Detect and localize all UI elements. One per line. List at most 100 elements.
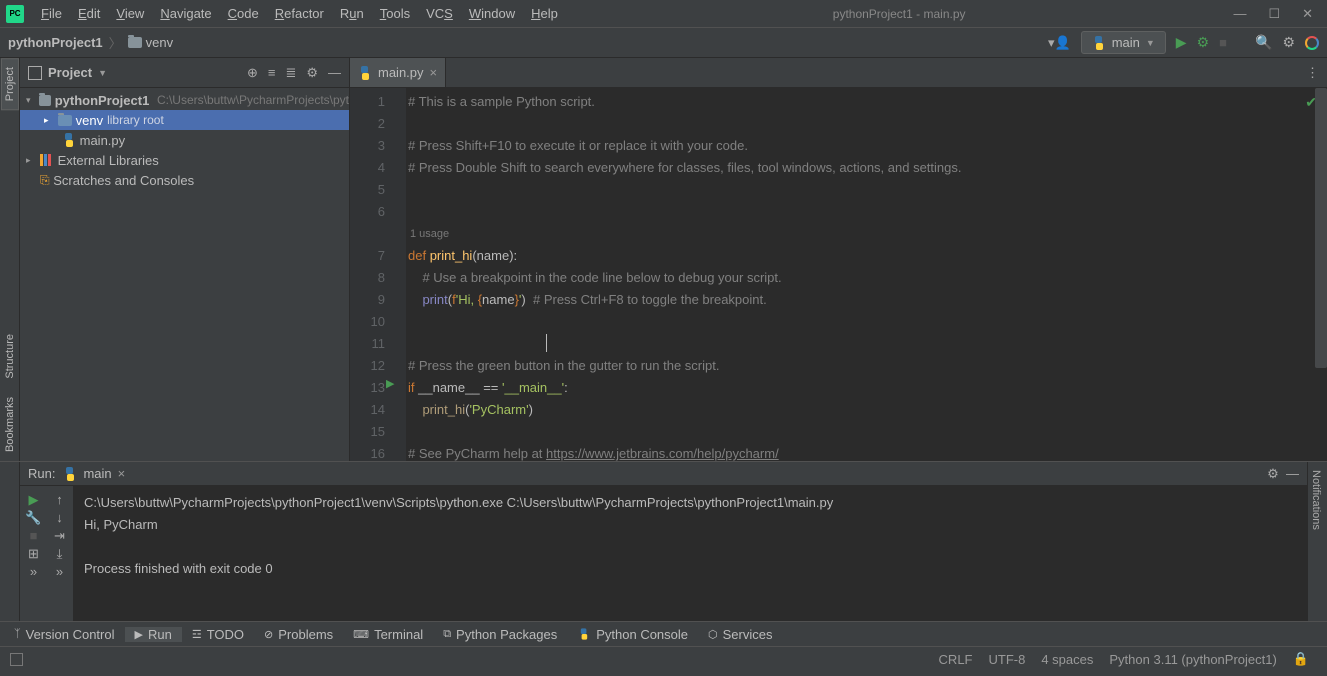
tree-row-venv[interactable]: ▸ venvlibrary root [20, 110, 349, 130]
folder-icon [128, 37, 142, 48]
debug-button[interactable]: ⚙ [1197, 34, 1210, 51]
up-arrow-icon[interactable]: ↑ [50, 492, 70, 508]
close-window-button[interactable]: ✕ [1302, 6, 1313, 22]
line-number-gutter[interactable]: 123 456 78 91011 121314 1516 [350, 88, 394, 461]
collapse-all-icon[interactable]: ≣ [285, 65, 296, 81]
project-panel-selector[interactable]: Project ▼ [28, 65, 247, 80]
rerun-icon[interactable]: ▶ [24, 492, 44, 508]
settings-icon[interactable]: ⚙ [1282, 34, 1295, 51]
editor: main.py × ⋮ 123 456 78 91011 121314 1516… [350, 58, 1327, 461]
bb-todo[interactable]: ☲TODO [182, 627, 254, 642]
bb-run[interactable]: ▶Run [125, 627, 182, 642]
run-tab-label: main [83, 466, 111, 481]
more2-icon[interactable]: » [50, 564, 70, 579]
menu-file[interactable]: File [34, 3, 69, 24]
gutter-tab-notifications[interactable]: Notifications [1308, 462, 1324, 538]
search-icon[interactable]: 🔍 [1255, 34, 1272, 51]
status-indent[interactable]: 4 spaces [1033, 652, 1101, 667]
help-link[interactable]: https://www.jetbrains.com/help/pycharm/ [546, 446, 779, 461]
code-with-me-icon[interactable] [1305, 36, 1319, 50]
bb-problems[interactable]: ⊘Problems [254, 627, 343, 642]
tree-row-main-file[interactable]: main.py [20, 130, 349, 150]
tree-row-external-libs[interactable]: ▸ External Libraries [20, 150, 349, 170]
menu-view[interactable]: View [109, 3, 151, 24]
project-panel-title: Project [48, 65, 92, 80]
expand-all-icon[interactable]: ≡ [268, 65, 276, 81]
run-config-selector[interactable]: main ▼ [1081, 31, 1166, 54]
status-tool-windows-icon[interactable] [10, 653, 23, 666]
menu-help[interactable]: Help [524, 3, 565, 24]
menu-refactor[interactable]: Refactor [268, 3, 331, 24]
status-interpreter[interactable]: Python 3.11 (pythonProject1) [1101, 652, 1284, 667]
menu-window[interactable]: Window [462, 3, 522, 24]
bottom-tool-bar: ᛉVersion Control ▶Run ☲TODO ⊘Problems ⌨T… [0, 621, 1327, 646]
add-config-icon[interactable]: ▾👤 [1048, 35, 1071, 51]
tree-project-path: C:\Users\buttw\PycharmProjects\pyt [157, 93, 349, 107]
run-button[interactable]: ▶ [1176, 34, 1187, 51]
tree-row-scratches[interactable]: ▸⎘ Scratches and Consoles [20, 170, 349, 190]
editor-scrollbar[interactable] [1315, 88, 1327, 368]
menu-navigate[interactable]: Navigate [153, 3, 218, 24]
status-encoding[interactable]: UTF-8 [981, 652, 1034, 667]
bb-python-packages[interactable]: ⧉Python Packages [433, 627, 567, 642]
run-panel-settings-icon[interactable]: ⚙ [1267, 466, 1279, 482]
stop-icon[interactable]: ■ [24, 528, 44, 544]
status-lock-icon[interactable]: 🔒 [1285, 651, 1317, 667]
tree-row-project-root[interactable]: ▾ pythonProject1 C:\Users\buttw\PycharmP… [20, 90, 349, 110]
code-area[interactable]: 123 456 78 91011 121314 1516 ▶ # This is… [350, 88, 1327, 461]
editor-tab-main[interactable]: main.py × [350, 58, 446, 87]
more-icon[interactable]: » [24, 564, 44, 579]
close-run-tab-icon[interactable]: × [118, 466, 126, 481]
run-panel-header: Run: main × ⚙ — [20, 462, 1307, 486]
status-line-separator[interactable]: CRLF [931, 652, 981, 667]
layout-icon[interactable]: ⊞ [24, 546, 44, 562]
bb-terminal[interactable]: ⌨Terminal [343, 627, 433, 642]
menu-edit[interactable]: Edit [71, 3, 107, 24]
python-icon [62, 133, 76, 147]
editor-tab-label: main.py [378, 65, 424, 80]
select-opened-file-icon[interactable]: ⊕ [247, 65, 258, 81]
gutter-tab-bookmarks[interactable]: Bookmarks [1, 388, 19, 461]
tree-scratches-label: Scratches and Consoles [53, 173, 194, 188]
run-gutter-icon[interactable]: ▶ [386, 377, 394, 390]
bb-services[interactable]: ⬡Services [698, 627, 782, 642]
hide-panel-icon[interactable]: — [328, 65, 341, 81]
menu-vcs[interactable]: VCS [419, 3, 460, 24]
bb-version-control[interactable]: ᛉVersion Control [4, 627, 125, 642]
usage-hint[interactable]: 1 usage [408, 223, 1327, 245]
scroll-end-icon[interactable]: ⤓ [50, 546, 70, 562]
python-icon [63, 467, 77, 481]
down-arrow-icon[interactable]: ↓ [50, 510, 70, 526]
breadcrumb-project[interactable]: pythonProject1 [8, 35, 103, 50]
menu-code[interactable]: Code [221, 3, 266, 24]
tree-venv-name: venv [76, 113, 103, 128]
scratch-icon: ⎘ [40, 173, 50, 188]
code-content[interactable]: # This is a sample Python script. # Pres… [406, 88, 1327, 461]
project-panel: Project ▼ ⊕ ≡ ≣ ⚙ — ▾ pythonProject1 C:\… [20, 58, 350, 461]
python-icon [358, 66, 372, 80]
wrench-icon[interactable]: 🔧 [24, 510, 44, 526]
text-cursor [546, 334, 547, 352]
menu-tools[interactable]: Tools [373, 3, 417, 24]
library-icon [40, 154, 54, 166]
panel-settings-icon[interactable]: ⚙ [306, 65, 318, 81]
minimize-button[interactable]: — [1233, 6, 1246, 22]
window-title: pythonProject1 - main.py [565, 7, 1234, 21]
chevron-down-icon: ▼ [1146, 38, 1155, 48]
editor-tab-menu-icon[interactable]: ⋮ [1298, 58, 1327, 87]
breadcrumb-folder[interactable]: venv [128, 35, 173, 50]
navigation-bar: pythonProject1 〉 venv ▾👤 main ▼ ▶ ⚙ ■ 🔍 … [0, 28, 1327, 58]
bb-python-console[interactable]: Python Console [567, 627, 698, 642]
fold-gutter[interactable]: ▶ [394, 88, 406, 461]
menu-run[interactable]: Run [333, 3, 371, 24]
soft-wrap-icon[interactable]: ⇥ [50, 528, 70, 544]
maximize-button[interactable]: ☐ [1268, 6, 1280, 22]
run-tab-main[interactable]: main × [55, 464, 133, 483]
gutter-tab-project[interactable]: Project [1, 58, 19, 110]
close-tab-icon[interactable]: × [430, 65, 438, 80]
run-output[interactable]: C:\Users\buttw\PycharmProjects\pythonPro… [74, 486, 1307, 621]
hide-run-panel-icon[interactable]: — [1286, 466, 1299, 481]
gutter-tab-structure[interactable]: Structure [1, 325, 19, 388]
stop-button: ■ [1219, 35, 1227, 50]
tree-project-name: pythonProject1 [55, 93, 150, 108]
